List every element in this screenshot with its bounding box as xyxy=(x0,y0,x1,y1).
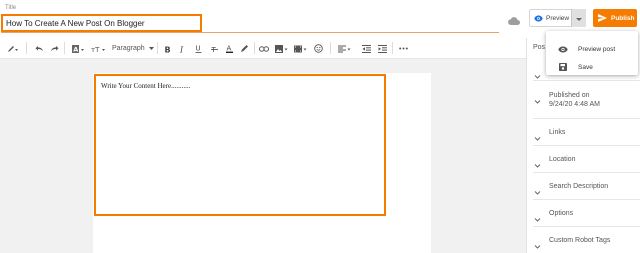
custom-robot-tags-label: Custom Robot Tags xyxy=(549,237,611,244)
font-size-icon[interactable]: тT xyxy=(90,43,106,54)
video-icon[interactable] xyxy=(293,43,307,54)
highlight-icon[interactable] xyxy=(239,43,249,54)
sidebar-divider xyxy=(533,145,640,146)
bold-icon[interactable]: B xyxy=(163,43,171,54)
paragraph-dropdown[interactable]: Paragraph xyxy=(112,43,154,54)
undo-icon[interactable] xyxy=(34,43,44,54)
svg-text:тT: тT xyxy=(91,46,100,53)
content-text: Write Your Content Here........... xyxy=(101,82,191,90)
image-icon[interactable] xyxy=(274,43,288,54)
menu-item-preview-post[interactable]: Preview post xyxy=(558,40,615,58)
save-label: Save xyxy=(578,63,593,71)
title-underline xyxy=(1,32,499,33)
svg-text:I: I xyxy=(179,45,184,53)
title-label: Title xyxy=(5,5,17,11)
chevron-down-icon xyxy=(534,67,541,79)
sidebar-item-links[interactable]: Links xyxy=(534,128,566,141)
sidebar-item-labels[interactable] xyxy=(534,66,541,79)
caret-down-icon xyxy=(576,9,582,27)
post-title-field[interactable]: How To Create A New Post On Blogger xyxy=(1,14,202,32)
redo-icon[interactable] xyxy=(49,43,59,54)
sidebar-divider xyxy=(533,80,640,81)
svg-text:A: A xyxy=(226,45,231,53)
options-label: Options xyxy=(549,210,574,217)
chevron-down-icon xyxy=(534,183,541,195)
paragraph-label: Paragraph xyxy=(112,45,145,52)
chevron-down-icon xyxy=(148,47,154,50)
indent-decrease-icon[interactable] xyxy=(361,43,371,54)
more-icon[interactable] xyxy=(398,43,408,54)
toolbar-separator xyxy=(254,42,255,54)
post-title-text: How To Create A New Post On Blogger xyxy=(6,18,145,28)
sidebar-item-search-description[interactable]: Search Description xyxy=(534,182,609,195)
svg-text:A: A xyxy=(73,45,78,52)
chevron-down-icon xyxy=(534,237,541,249)
links-label: Links xyxy=(549,129,566,136)
sidebar-divider xyxy=(533,172,640,173)
chevron-down-icon xyxy=(534,156,541,168)
sidebar-divider xyxy=(533,226,640,227)
menu-item-save[interactable]: Save xyxy=(558,58,593,76)
search-description-label: Search Description xyxy=(549,183,609,190)
preview-dropdown-toggle[interactable] xyxy=(571,9,586,27)
published-on-date: 9/24/20 4:48 AM xyxy=(549,101,600,108)
underline-icon[interactable]: U xyxy=(194,43,202,54)
save-icon xyxy=(558,58,568,76)
text-color-icon[interactable]: A xyxy=(225,43,233,54)
font-icon[interactable]: A xyxy=(71,43,85,54)
link-icon[interactable] xyxy=(259,43,269,54)
strikethrough-icon[interactable]: T xyxy=(210,43,218,54)
publish-label: Publish xyxy=(611,14,635,22)
publish-button[interactable]: Publish xyxy=(593,9,637,27)
content-area[interactable]: Write Your Content Here........... xyxy=(94,74,386,216)
sidebar-item-published-on[interactable]: Published on 9/24/20 4:48 AM xyxy=(534,91,600,109)
sidebar-divider xyxy=(533,199,640,200)
chevron-down-icon xyxy=(534,92,541,104)
chevron-down-icon xyxy=(534,129,541,141)
eye-icon xyxy=(534,9,543,27)
svg-text:B: B xyxy=(164,45,170,53)
italic-icon[interactable]: I xyxy=(178,43,186,54)
indent-increase-icon[interactable] xyxy=(377,43,387,54)
sidebar-item-custom-robot-tags[interactable]: Custom Robot Tags xyxy=(534,236,611,249)
toolbar-separator xyxy=(157,42,158,54)
preview-post-label: Preview post xyxy=(578,45,616,53)
sidebar-header: Pos xyxy=(533,44,546,51)
location-label: Location xyxy=(549,156,576,163)
sidebar-item-location[interactable]: Location xyxy=(534,155,576,168)
sidebar-divider xyxy=(533,118,640,119)
sidebar-item-options[interactable]: Options xyxy=(534,209,574,222)
toolbar-separator xyxy=(392,42,393,54)
svg-text:U: U xyxy=(195,45,200,53)
toolbar-separator xyxy=(330,42,331,54)
emoji-icon[interactable] xyxy=(313,43,323,54)
pen-mode-icon[interactable] xyxy=(6,43,20,54)
send-icon xyxy=(598,9,607,27)
toolbar-separator xyxy=(64,42,65,54)
toolbar-separator xyxy=(26,42,27,54)
eye-icon xyxy=(558,40,568,58)
cloud-saved-icon xyxy=(508,13,520,26)
preview-label: Preview xyxy=(546,14,570,22)
preview-dropdown-menu: Preview post Save xyxy=(546,31,638,75)
align-icon[interactable] xyxy=(337,43,351,54)
published-on-label: Published on xyxy=(549,92,590,99)
chevron-down-icon xyxy=(534,210,541,222)
